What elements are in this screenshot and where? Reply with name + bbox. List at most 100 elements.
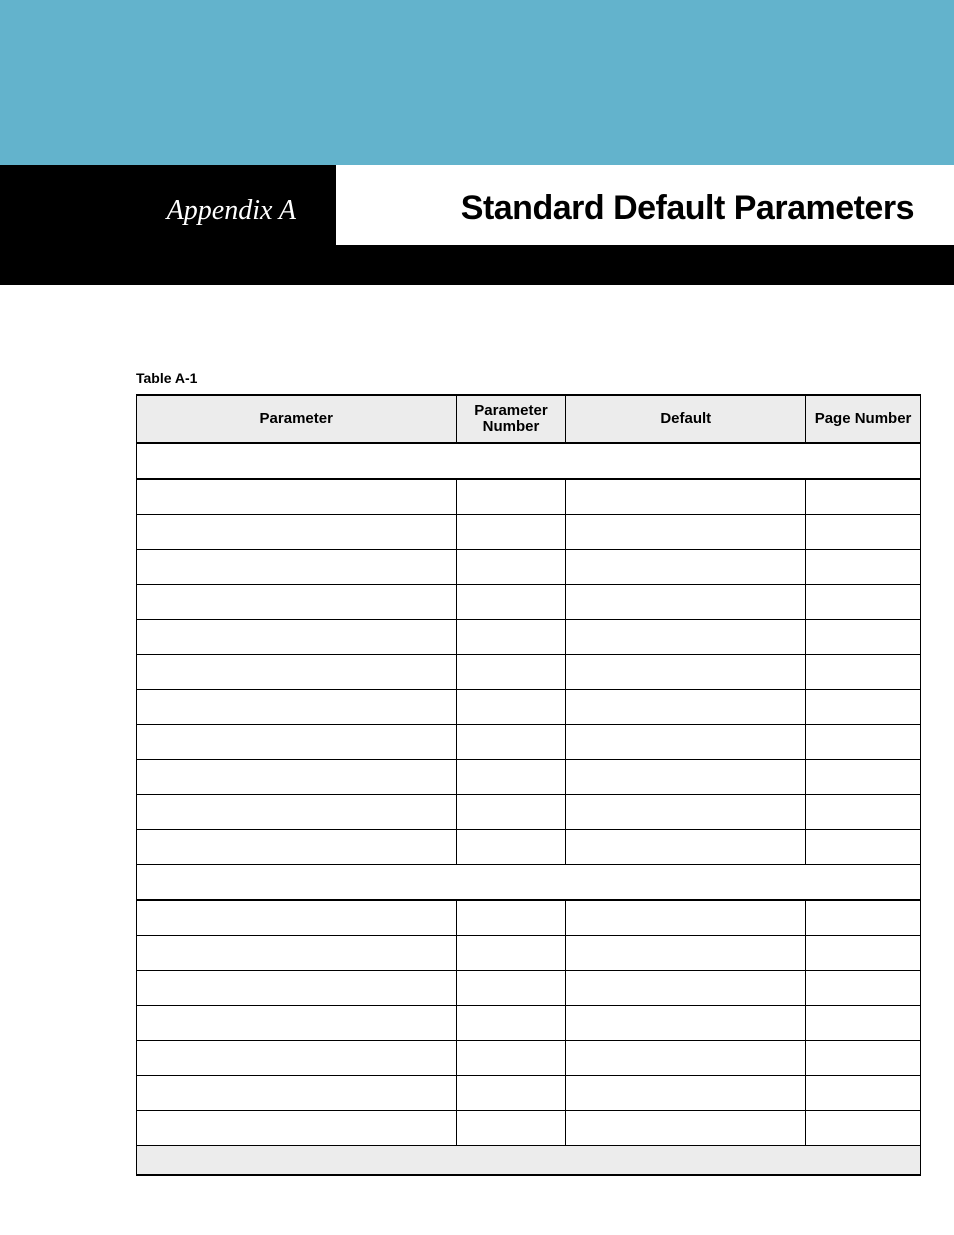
cell-page — [806, 1076, 921, 1111]
col-parameter-number: Parameter Number — [456, 395, 566, 443]
cell-page — [806, 1111, 921, 1146]
table-row — [137, 655, 921, 690]
cell-parameter — [137, 550, 457, 585]
table-row — [137, 550, 921, 585]
cell-page — [806, 1041, 921, 1076]
page: Appendix A Standard Default Parameters T… — [0, 0, 954, 1235]
table-row — [137, 620, 921, 655]
cell-param-num — [456, 515, 566, 550]
table-row — [137, 936, 921, 971]
cell-parameter — [137, 725, 457, 760]
cell-parameter — [137, 830, 457, 865]
cell-parameter — [137, 760, 457, 795]
cell-page — [806, 936, 921, 971]
table-header-row: Parameter Parameter Number Default Page … — [137, 395, 921, 443]
cell-param-num — [456, 725, 566, 760]
cell-param-num — [456, 690, 566, 725]
cell-page — [806, 760, 921, 795]
cell-param-num — [456, 479, 566, 515]
cell-parameter — [137, 971, 457, 1006]
cell-page — [806, 690, 921, 725]
table-row — [137, 725, 921, 760]
cell-param-num — [456, 830, 566, 865]
cell-default — [566, 515, 806, 550]
col-default: Default — [566, 395, 806, 443]
cell-page — [806, 655, 921, 690]
section-cell — [137, 865, 921, 901]
cell-parameter — [137, 1111, 457, 1146]
cell-default — [566, 900, 806, 936]
cell-param-num — [456, 620, 566, 655]
table-row — [137, 690, 921, 725]
cell-page — [806, 725, 921, 760]
table-row — [137, 760, 921, 795]
cell-param-num — [456, 655, 566, 690]
table-footer-row — [137, 1146, 921, 1176]
cell-param-num — [456, 550, 566, 585]
content-area: Table A-1 Parameter Parameter Number Def… — [136, 370, 921, 1176]
cell-parameter — [137, 655, 457, 690]
cell-parameter — [137, 795, 457, 830]
cell-default — [566, 620, 806, 655]
cell-param-num — [456, 971, 566, 1006]
footer-cell — [137, 1146, 921, 1176]
table-row — [137, 1006, 921, 1041]
cell-parameter — [137, 900, 457, 936]
cell-default — [566, 1076, 806, 1111]
cell-parameter — [137, 515, 457, 550]
cell-parameter — [137, 1006, 457, 1041]
cell-default — [566, 760, 806, 795]
cell-parameter — [137, 585, 457, 620]
black-sub-bar — [336, 245, 954, 285]
cell-default — [566, 1006, 806, 1041]
cell-param-num — [456, 936, 566, 971]
table-row — [137, 479, 921, 515]
cell-default — [566, 690, 806, 725]
col-parameter: Parameter — [137, 395, 457, 443]
cell-page — [806, 620, 921, 655]
table-section-row — [137, 443, 921, 479]
col-page-number: Page Number — [806, 395, 921, 443]
cell-parameter — [137, 620, 457, 655]
cell-default — [566, 936, 806, 971]
cell-default — [566, 1041, 806, 1076]
cell-default — [566, 795, 806, 830]
table-body — [137, 443, 921, 1175]
appendix-label: Appendix A — [167, 195, 296, 226]
cell-page — [806, 971, 921, 1006]
table-row — [137, 795, 921, 830]
cell-page — [806, 1006, 921, 1041]
table-row — [137, 1111, 921, 1146]
cell-param-num — [456, 1111, 566, 1146]
cell-default — [566, 971, 806, 1006]
cell-param-num — [456, 900, 566, 936]
cell-parameter — [137, 936, 457, 971]
table-section-row — [137, 865, 921, 901]
cell-default — [566, 585, 806, 620]
cell-param-num — [456, 585, 566, 620]
cell-default — [566, 550, 806, 585]
cell-page — [806, 795, 921, 830]
cell-page — [806, 550, 921, 585]
cell-parameter — [137, 1041, 457, 1076]
table-row — [137, 515, 921, 550]
table-row — [137, 585, 921, 620]
cell-param-num — [456, 795, 566, 830]
parameters-table: Parameter Parameter Number Default Page … — [136, 394, 921, 1176]
table-row — [137, 1041, 921, 1076]
top-color-band — [0, 0, 954, 165]
cell-default — [566, 830, 806, 865]
cell-page — [806, 830, 921, 865]
cell-param-num — [456, 1076, 566, 1111]
cell-page — [806, 515, 921, 550]
cell-page — [806, 585, 921, 620]
title-block: Standard Default Parameters — [336, 165, 954, 245]
table-row — [137, 971, 921, 1006]
cell-default — [566, 479, 806, 515]
cell-parameter — [137, 690, 457, 725]
section-cell — [137, 443, 921, 479]
table-row — [137, 900, 921, 936]
cell-parameter — [137, 1076, 457, 1111]
page-title: Standard Default Parameters — [461, 189, 914, 227]
table-caption: Table A-1 — [136, 370, 921, 386]
